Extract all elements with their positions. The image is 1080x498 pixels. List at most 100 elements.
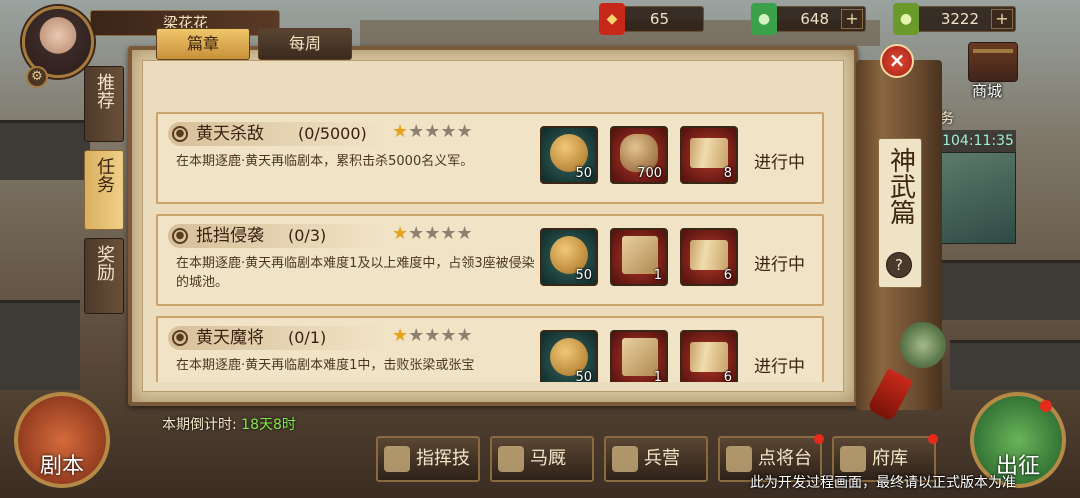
star-icon: ★★★★ bbox=[408, 121, 473, 142]
help-button[interactable]: ? bbox=[886, 252, 912, 278]
star-icon: ★ bbox=[392, 223, 409, 244]
scroll-icon bbox=[690, 138, 728, 168]
store-label[interactable]: 商城 bbox=[972, 80, 1002, 101]
side-tab-tasks[interactable]: 任务 bbox=[84, 150, 124, 230]
reward-item[interactable]: 700 bbox=[610, 126, 668, 184]
task-header: ● 黄天杀敌 (0/5000) bbox=[168, 122, 388, 146]
resource-token: ◆ 65 bbox=[599, 3, 704, 35]
resource-jade: ● 648 + bbox=[751, 3, 866, 35]
stable-button[interactable]: 马厩 bbox=[490, 436, 594, 482]
scroll-icon bbox=[690, 240, 728, 270]
bottom-button-label: 府库 bbox=[872, 448, 908, 469]
season-countdown: 本期倒计时: 18天8时 bbox=[162, 414, 296, 434]
command-icon bbox=[384, 446, 410, 472]
reward-count: 50 bbox=[575, 370, 592, 382]
tab-weekly[interactable]: 每周 bbox=[258, 28, 352, 60]
star-rating: ★★★★★ bbox=[392, 224, 473, 244]
bottom-button-label: 点将台 bbox=[758, 448, 812, 469]
tab-chapter[interactable]: 篇章 bbox=[156, 28, 250, 60]
dev-notice: 此为开发过程画面，最终请以正式版本为准 bbox=[750, 475, 1016, 491]
task-name: 抵挡侵袭 bbox=[196, 226, 264, 246]
search-icon: ● bbox=[172, 228, 188, 244]
reward-item[interactable]: 50 bbox=[540, 330, 598, 382]
task-description: 在本期逐鹿·黄天再临剧本难度1中，击败张梁或张宝 bbox=[176, 358, 475, 373]
reward-item[interactable]: 1 bbox=[610, 228, 668, 286]
add-coupon-button[interactable]: + bbox=[991, 9, 1013, 29]
task-header: ● 抵挡侵袭 (0/3) bbox=[168, 224, 388, 248]
resource-token-value: 65 bbox=[649, 10, 669, 28]
notification-dot bbox=[814, 434, 824, 444]
book-icon bbox=[622, 338, 658, 376]
star-rating: ★★★★★ bbox=[392, 122, 473, 142]
task-status: 进行中 bbox=[754, 357, 805, 377]
scroll-icon bbox=[690, 342, 728, 372]
countdown-value: 18天8时 bbox=[241, 417, 296, 433]
reward-count: 8 bbox=[723, 166, 732, 181]
reward-item[interactable]: 6 bbox=[680, 330, 738, 382]
star-icon: ★ bbox=[392, 121, 409, 142]
resource-jade-value: 648 bbox=[800, 10, 829, 28]
task-row: ● 黄天杀敌 (0/5000) ★★★★★ 在本期逐鹿·黄天再临剧本，累积击杀5… bbox=[156, 112, 824, 204]
bottom-button-label: 指挥技 bbox=[416, 448, 470, 469]
reward-item[interactable]: 1 bbox=[610, 330, 668, 382]
store-icon[interactable] bbox=[968, 42, 1018, 82]
jade-coin-icon: ● bbox=[893, 3, 919, 35]
side-tab-rewards[interactable]: 奖励 bbox=[84, 238, 124, 314]
task-status: 进行中 bbox=[754, 255, 805, 275]
star-icon: ★ bbox=[392, 325, 409, 346]
task-status: 进行中 bbox=[754, 153, 805, 173]
bottom-button-label: 马厩 bbox=[530, 448, 566, 469]
task-progress: (0/1) bbox=[288, 328, 327, 347]
horse-icon bbox=[498, 446, 524, 472]
task-description: 在本期逐鹿·黄天再临剧本，累积击杀5000名义军。 bbox=[176, 154, 474, 169]
jade-pendant-icon bbox=[900, 322, 946, 368]
minimap[interactable] bbox=[940, 152, 1016, 244]
task-progress: (0/3) bbox=[288, 226, 327, 245]
side-tab-label: 推荐 bbox=[94, 73, 115, 109]
resource-coupon: ● 3222 + bbox=[893, 3, 1016, 35]
task-name: 黄天魔将 bbox=[196, 328, 264, 348]
side-tab-recommend[interactable]: 推荐 bbox=[84, 66, 124, 142]
task-progress: (0/5000) bbox=[298, 124, 367, 143]
reward-count: 6 bbox=[723, 268, 732, 283]
star-icon: ★★★★ bbox=[408, 223, 473, 244]
reward-count: 6 bbox=[723, 370, 732, 382]
countdown-label: 本期倒计时: bbox=[162, 417, 237, 433]
task-clip: ● 黄天魔将 (0/1) ★★★★★ 在本期逐鹿·黄天再临剧本难度1中，击败张梁… bbox=[156, 316, 824, 382]
side-tab-label: 任务 bbox=[94, 157, 115, 193]
command-skill-button[interactable]: 指挥技 bbox=[376, 436, 480, 482]
event-timer: 104:11:35 bbox=[940, 130, 1016, 152]
token-icon: ◆ bbox=[599, 3, 625, 35]
notification-dot bbox=[1040, 400, 1052, 412]
reward-count: 700 bbox=[637, 166, 662, 181]
script-button[interactable]: 剧本 bbox=[14, 392, 110, 488]
task-description: 在本期逐鹿·黄天再临剧本难度1及以上难度中，占领3座被侵染的城池。 bbox=[176, 256, 535, 290]
notification-dot bbox=[928, 434, 938, 444]
add-jade-button[interactable]: + bbox=[841, 9, 863, 29]
book-icon bbox=[622, 236, 658, 274]
jade-coin-icon: ● bbox=[751, 3, 777, 35]
event-title: 务 bbox=[940, 111, 954, 127]
task-header: ● 黄天魔将 (0/1) bbox=[168, 326, 388, 350]
search-icon: ● bbox=[172, 330, 188, 346]
settings-gear-icon[interactable]: ⚙ bbox=[26, 66, 48, 88]
barracks-icon bbox=[612, 446, 638, 472]
star-icon: ★★★★ bbox=[408, 325, 473, 346]
reward-item[interactable]: 6 bbox=[680, 228, 738, 286]
bottom-button-label: 兵营 bbox=[644, 448, 680, 469]
reward-count: 50 bbox=[575, 166, 592, 181]
reward-item[interactable]: 50 bbox=[540, 126, 598, 184]
reward-count: 50 bbox=[575, 268, 592, 283]
reward-item[interactable]: 50 bbox=[540, 228, 598, 286]
general-stage-icon bbox=[726, 446, 752, 472]
treasury-icon bbox=[840, 446, 866, 472]
task-name: 黄天杀敌 bbox=[196, 124, 264, 144]
reward-item[interactable]: 8 bbox=[680, 126, 738, 184]
task-row: ● 抵挡侵袭 (0/3) ★★★★★ 在本期逐鹿·黄天再临剧本难度1及以上难度中… bbox=[156, 214, 824, 306]
barracks-button[interactable]: 兵营 bbox=[604, 436, 708, 482]
reward-count: 1 bbox=[653, 370, 662, 382]
side-tab-label: 奖励 bbox=[94, 245, 115, 281]
search-icon: ● bbox=[172, 126, 188, 142]
close-button[interactable]: × bbox=[880, 44, 914, 78]
resource-coupon-value: 3222 bbox=[940, 10, 979, 28]
